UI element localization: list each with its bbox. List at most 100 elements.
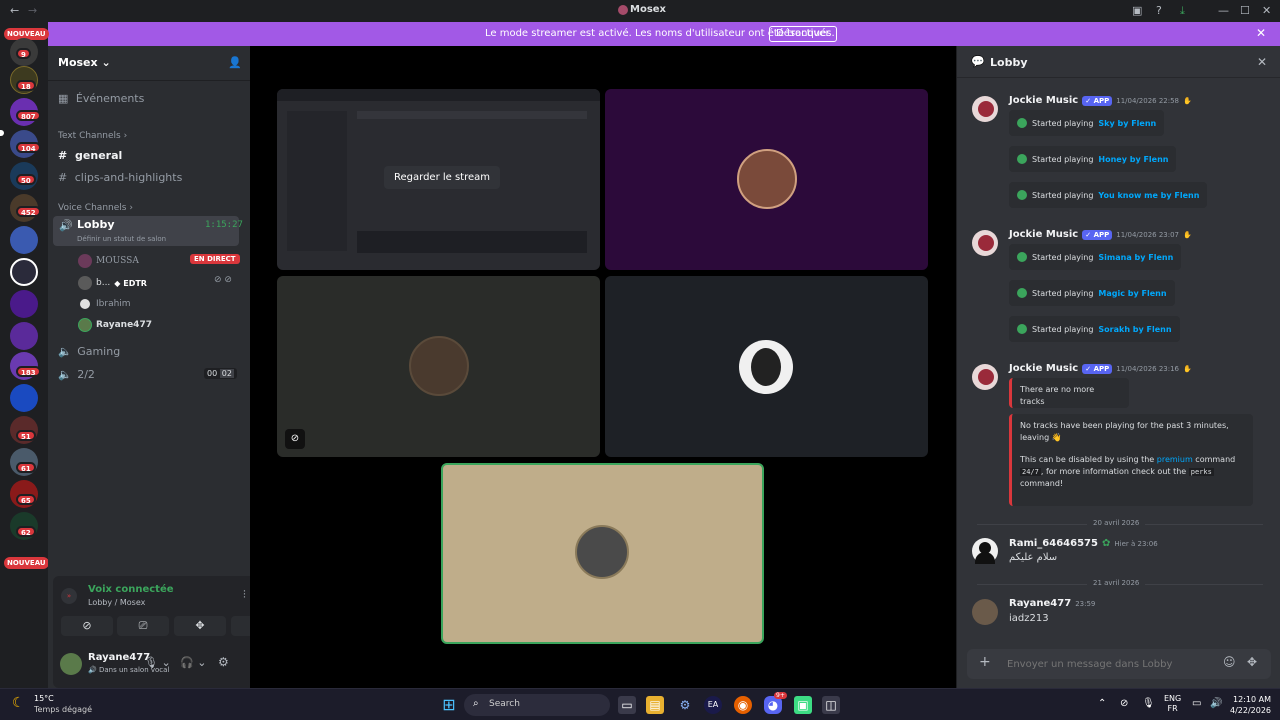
camera-button[interactable]: ⊘ [61,616,113,636]
windows-start-icon[interactable]: ⊞ [440,696,458,714]
microphone-icon[interactable]: 🎙 ⌄ [144,656,171,669]
help-icon[interactable]: ? [1156,4,1162,17]
avatar[interactable] [972,599,998,625]
spotify-icon [1017,118,1027,128]
user-video-tile-speaking[interactable] [441,463,764,644]
voice-user[interactable]: b... ◆ EDTR [78,276,147,290]
android-studio-icon[interactable]: ▣ [794,696,812,714]
avatar[interactable] [972,230,998,256]
avatar[interactable] [972,538,998,564]
voice-user[interactable]: Rayane477 [78,318,152,332]
message-text: iadz213 [1009,613,1049,624]
weather-icon[interactable]: ☾ [12,695,25,711]
ea-app-icon[interactable]: EA [704,696,722,714]
avatar[interactable] [972,96,998,122]
server-name[interactable]: Mosex ⌄ [58,56,111,69]
task-view-icon[interactable]: ▭ [618,696,636,714]
volume-icon[interactable]: 🔊 [1210,698,1222,709]
user-video-tile[interactable] [605,276,928,457]
lobby-timer: 1:15:27 [205,220,243,230]
headphones-icon[interactable]: 🎧 ⌄ [180,656,206,669]
back-arrow-icon[interactable]: ← [10,4,19,17]
taskbar-search[interactable]: ⌕ Search [464,694,610,716]
add-attachment-icon[interactable]: + [979,654,991,670]
language-indicator[interactable]: ENG FR [1164,694,1181,714]
spotify-icon [1017,324,1027,334]
title-bar: ← → Mosex ▣ ? ⤓ — ☐ ✕ [0,0,1280,22]
apps-icon[interactable]: ✥ [1247,655,1257,669]
discord-badge: 9+ [774,692,787,699]
spotify-icon [1017,288,1027,298]
share-screen-button[interactable]: ⎚ [117,616,169,636]
lobby-name: Lobby [77,218,115,231]
server-icon[interactable] [10,226,38,254]
settings-gear-icon[interactable]: ⚙ [218,655,229,669]
firefox-icon[interactable]: ◉ [734,696,752,714]
voice-channel-lobby[interactable]: 🔊 Lobby Définir un statut de salon 1:15:… [53,216,243,246]
server-icon[interactable] [10,258,38,286]
app-icon[interactable]: ◫ [822,696,840,714]
channel-clips[interactable]: # clips-and-highlights [58,171,182,184]
weather-desc: Temps dégagé [34,705,93,714]
play-pill: Started playing Sorakh by Flenn [1009,316,1180,342]
lobby-status[interactable]: Définir un statut de salon [77,235,166,243]
play-pill: Started playing Magic by Flenn [1009,280,1175,306]
close-window-icon[interactable]: ✕ [1262,4,1271,17]
live-badge: EN DIRECT [190,254,240,264]
weather-temp[interactable]: 15°C [34,694,54,703]
user-tile-avatar [737,149,797,209]
voice-user[interactable]: MOUSSA [78,254,139,268]
embed-leaving: No tracks have been playing for the past… [1009,414,1253,506]
display-icon[interactable]: ▭ [1192,698,1201,709]
activities-button[interactable]: ✥ [174,616,226,636]
message-text: سلام عليكم [1009,552,1058,563]
window-title: Mosex [630,4,667,15]
text-channels-category[interactable]: Text Channels › [58,131,127,141]
inbox-icon[interactable]: ▣ [1132,4,1142,17]
mention-badge: 452 [16,206,41,217]
signal-icon[interactable]: » [61,588,77,604]
disable-streamer-button[interactable]: Désactiver [769,26,837,42]
voice-location[interactable]: Lobby / Mosex [88,598,145,607]
user-name[interactable]: Rayane477 [88,652,150,663]
mention-badge: 183 [16,366,41,377]
minimize-icon[interactable]: — [1218,4,1229,17]
user-avatar[interactable] [60,653,82,675]
stream-tile[interactable]: Regarder le stream [277,89,600,270]
camera-off-icon: ⊘ [285,429,305,449]
voice-user[interactable]: Ibrahim [78,297,131,311]
server-icon[interactable] [10,290,38,318]
user-video-tile[interactable] [605,89,928,270]
server-icon[interactable] [10,384,38,412]
steam-icon[interactable]: ⚙ [676,696,694,714]
user-video-tile[interactable]: ⊘ [277,276,600,457]
download-icon[interactable]: ⤓ [1180,4,1185,18]
forward-arrow-icon[interactable]: → [28,4,37,17]
close-banner-icon[interactable]: ✕ [1256,26,1266,40]
avatar[interactable] [972,364,998,390]
avatar [78,276,92,290]
message-header: Rayane477 23:59 [1009,598,1096,609]
channel-general[interactable]: # general [58,149,122,162]
close-chat-icon[interactable]: ✕ [1257,55,1267,69]
mic-tray-icon[interactable]: 🎙 [1142,698,1155,709]
maximize-icon[interactable]: ☐ [1240,4,1250,17]
noise-suppression-icon[interactable]: ⫶ [243,588,246,602]
watch-stream-button[interactable]: Regarder le stream [384,166,501,189]
add-member-icon[interactable]: 👤 [228,56,242,69]
file-explorer-icon[interactable]: ▤ [646,696,664,714]
events-item[interactable]: ▦ Événements [58,92,144,105]
emoji-icon[interactable]: ☺ [1223,655,1236,669]
spotify-icon [1017,190,1027,200]
voice-channel-gaming[interactable]: 🔈 Gaming [58,345,120,358]
server-icon[interactable] [10,322,38,350]
speaker-icon: 🔊 [59,219,73,232]
network-off-icon[interactable]: ⊘ [1120,698,1128,709]
spotify-icon [1017,252,1027,262]
mention-badge: 9 [16,48,31,59]
voice-channels-category[interactable]: Voice Channels › [58,203,133,213]
clock[interactable]: 12:10 AM 4/22/2026 [1230,694,1271,716]
tray-chevron-icon[interactable]: ⌃ [1098,698,1106,709]
voice-channel-22[interactable]: 🔈 2/2 [58,368,95,381]
message-input[interactable] [1007,654,1207,674]
